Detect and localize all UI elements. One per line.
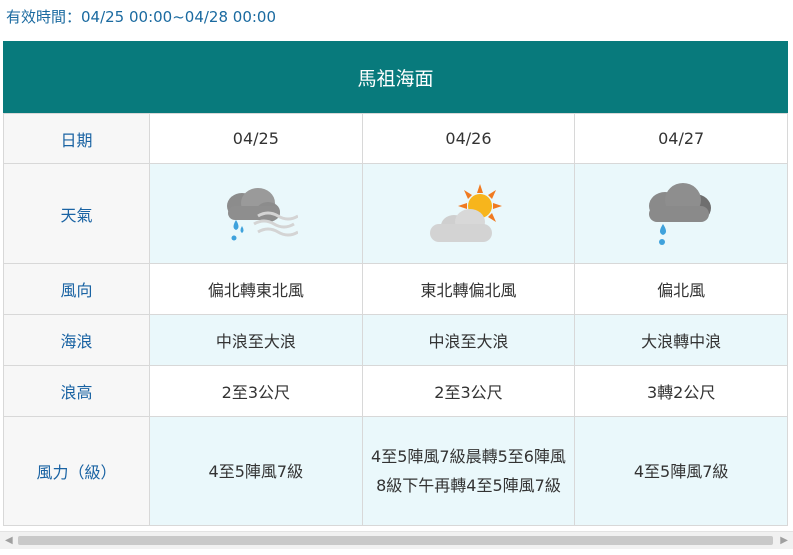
- wind-direction-cell-2: 東北轉偏北風: [361, 263, 576, 315]
- wind-force-text-3: 4至5陣風7級: [633, 461, 729, 481]
- cloud-rain-fog-icon: [226, 187, 298, 240]
- wave-cell-2: 中浪至大浪: [361, 314, 576, 366]
- scroll-left-arrow-icon[interactable]: ◀: [5, 535, 13, 546]
- row-label-wave: 海浪: [3, 314, 150, 366]
- wave-height-cell-1: 2至3公尺: [149, 365, 363, 417]
- weather-cell-3: [574, 163, 788, 264]
- cloud-rain-icon: [649, 182, 712, 245]
- wave-height-cell-3: 3轉2公尺: [574, 365, 788, 417]
- wind-force-text-1: 4至5陣風7級: [208, 461, 304, 481]
- wind-force-cell-2: 4至5陣風7級晨轉5至6陣風8級下午再轉4至5陣風7級: [361, 416, 576, 526]
- row-wind-direction: 風向 偏北轉東北風 東北轉偏北風 偏北風: [3, 263, 788, 315]
- row-wind-force: 風力（級） 4至5陣風7級 4至5陣風7級晨轉5至6陣風8級下午再轉4至5陣風7…: [3, 416, 788, 526]
- date-cell-1: 04/25: [149, 113, 363, 164]
- wind-force-cell-3: 4至5陣風7級: [574, 416, 788, 526]
- row-label-wind-force: 風力（級）: [3, 416, 150, 526]
- weather-cell-2: [361, 163, 576, 264]
- wave-height-cell-2: 2至3公尺: [361, 365, 576, 417]
- scroll-right-arrow-icon[interactable]: ▶: [780, 535, 788, 546]
- row-label-weather: 天氣: [3, 163, 150, 264]
- date-cell-2: 04/26: [361, 113, 576, 164]
- wind-direction-cell-3: 偏北風: [574, 263, 788, 315]
- row-label-wave-height: 浪高: [3, 365, 150, 417]
- table-title-text: 馬祖海面: [357, 67, 434, 90]
- forecast-table: 馬祖海面 日期 04/25 04/26 04/27 天氣 風向 偏北轉東北風 東…: [3, 41, 788, 526]
- wind-force-cell-1: 4至5陣風7級: [149, 416, 363, 526]
- wind-direction-cell-1: 偏北轉東北風: [149, 263, 363, 315]
- wind-force-text-2: 4至5陣風7級晨轉5至6陣風8級下午再轉4至5陣風7級: [371, 447, 566, 495]
- row-weather: 天氣: [3, 163, 788, 264]
- validity-period: 有效時間：04/25 00:00~04/28 00:00: [6, 8, 277, 26]
- sun-cloud-icon: [430, 183, 503, 242]
- row-wave: 海浪 中浪至大浪 中浪至大浪 大浪轉中浪: [3, 314, 788, 366]
- row-wave-height: 浪高 2至3公尺 2至3公尺 3轉2公尺: [3, 365, 788, 417]
- row-label-wind-direction: 風向: [3, 263, 150, 315]
- row-label-date: 日期: [3, 113, 150, 164]
- scroll-thumb[interactable]: [18, 536, 773, 545]
- table-title: 馬祖海面: [3, 41, 788, 113]
- weather-cell-1: [149, 163, 363, 264]
- wave-cell-3: 大浪轉中浪: [574, 314, 788, 366]
- date-cell-3: 04/27: [574, 113, 788, 164]
- wave-cell-1: 中浪至大浪: [149, 314, 363, 366]
- horizontal-scrollbar[interactable]: ◀ ▶: [0, 531, 793, 549]
- row-date: 日期 04/25 04/26 04/27: [3, 113, 788, 164]
